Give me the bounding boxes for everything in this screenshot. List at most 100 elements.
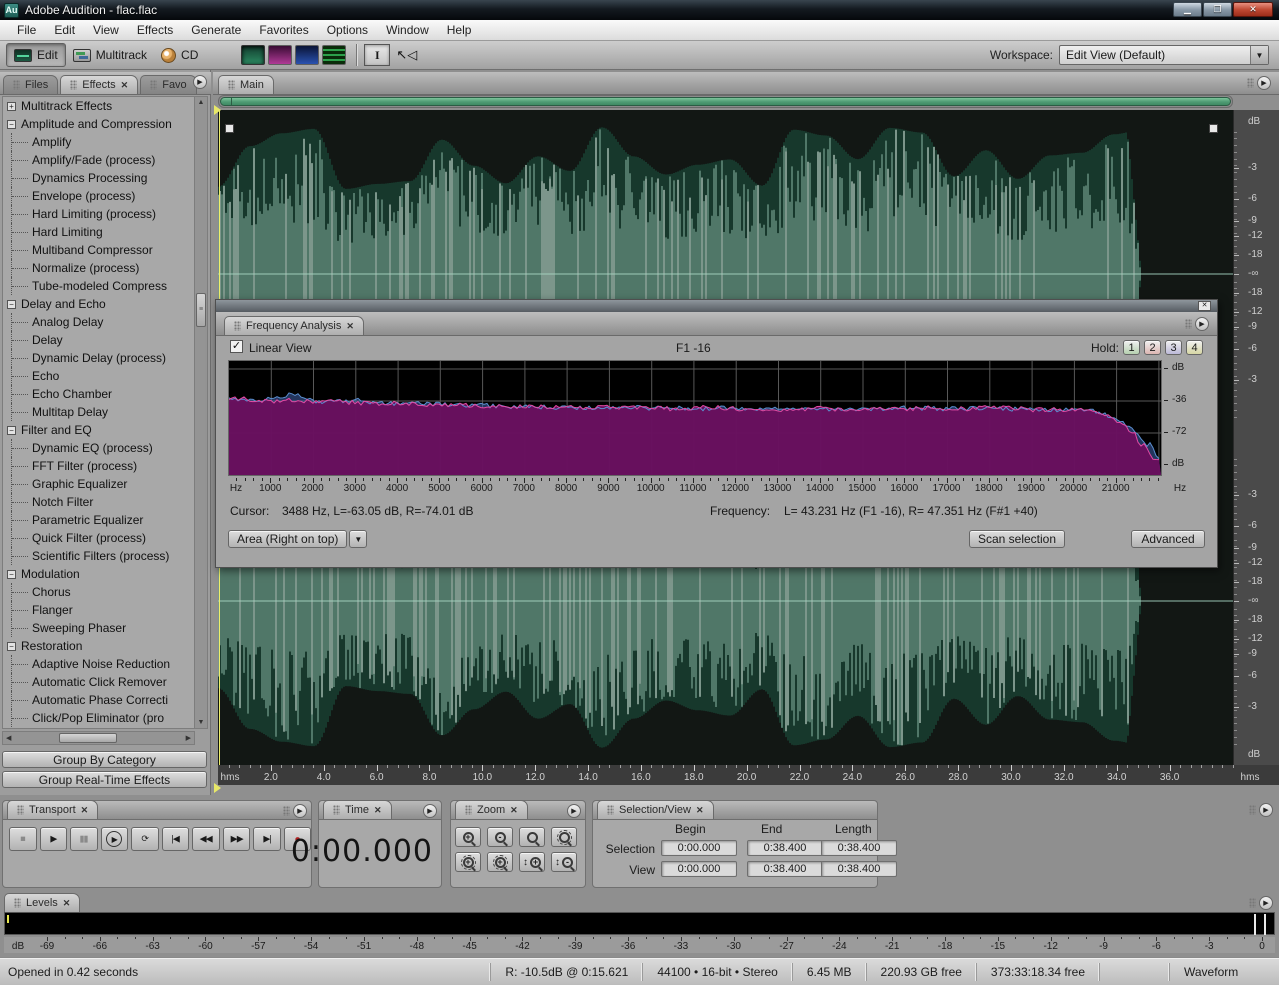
tab-main[interactable]: Main bbox=[218, 75, 274, 94]
tree-item-hard-limiting[interactable]: Hard Limiting bbox=[3, 223, 194, 241]
tree-item-adaptive-noise-reduction[interactable]: Adaptive Noise Reduction bbox=[3, 655, 194, 673]
tree-expander-icon[interactable]: − bbox=[7, 426, 16, 435]
tree-item-automatic-phase-correcti[interactable]: Automatic Phase Correcti bbox=[3, 691, 194, 709]
tree-item-quick-filter-process-[interactable]: Quick Filter (process) bbox=[3, 529, 194, 547]
scrollbar-thumb[interactable] bbox=[220, 97, 1231, 106]
advanced-button[interactable]: Advanced bbox=[1131, 530, 1205, 548]
spectral-frequency-display-button[interactable] bbox=[268, 45, 292, 65]
zoom-in-horizontal-button[interactable]: + bbox=[455, 827, 481, 847]
hold-button-4[interactable]: 4 bbox=[1186, 340, 1203, 355]
tab-close-icon[interactable]: ✕ bbox=[63, 898, 71, 909]
zoom-out-full-button[interactable] bbox=[519, 827, 545, 847]
main-panel-flyout-button[interactable]: ▶ bbox=[1257, 76, 1271, 90]
tab-favo[interactable]: Favo bbox=[140, 75, 196, 94]
tab-close-icon[interactable]: ✕ bbox=[121, 80, 129, 91]
tree-item-automatic-click-remover[interactable]: Automatic Click Remover bbox=[3, 673, 194, 691]
tree-item-normalize-process-[interactable]: Normalize (process) bbox=[3, 259, 194, 277]
zoom-in-left-edge-button[interactable]: + bbox=[455, 852, 481, 872]
tree-item-multiband-compressor[interactable]: Multiband Compressor bbox=[3, 241, 194, 259]
fast-forward-button[interactable]: ▶▶ bbox=[223, 827, 251, 851]
tab-files[interactable]: Files bbox=[3, 75, 58, 94]
spectral-pan-display-button[interactable] bbox=[295, 45, 319, 65]
group-real-time-effects-button[interactable]: Group Real-Time Effects bbox=[2, 771, 207, 788]
tree-item-echo[interactable]: Echo bbox=[3, 367, 194, 385]
tab-time[interactable]: Time ✕ bbox=[323, 800, 392, 819]
menu-item-options[interactable]: Options bbox=[318, 21, 377, 39]
tree-item-fft-filter-process-[interactable]: FFT Filter (process) bbox=[3, 457, 194, 475]
levels-flyout-button[interactable]: ▶ bbox=[1259, 896, 1273, 910]
timeline-ruler[interactable]: 2.04.06.08.010.012.014.016.018.020.022.0… bbox=[218, 765, 1279, 785]
vertical-scroll-thumb[interactable]: ≡ bbox=[196, 293, 206, 327]
tree-item-dynamic-delay-process-[interactable]: Dynamic Delay (process) bbox=[3, 349, 194, 367]
play-button[interactable]: ▶ bbox=[40, 827, 68, 851]
tree-item-parametric-equalizer[interactable]: Parametric Equalizer bbox=[3, 511, 194, 529]
spectrum-plot[interactable] bbox=[228, 360, 1162, 476]
frequency-analysis-window[interactable]: ✕ Frequency Analysis ✕ ▶ ✓ Linear View F… bbox=[215, 299, 1218, 568]
menu-item-view[interactable]: View bbox=[84, 21, 128, 39]
zoom-out-vertical-button[interactable]: ↕- bbox=[551, 852, 577, 872]
view-end-field[interactable]: 0:38.400 bbox=[747, 861, 823, 877]
tree-item-chorus[interactable]: Chorus bbox=[3, 583, 194, 601]
minimize-button[interactable]: ▁ bbox=[1173, 2, 1202, 17]
tree-item-multitrack-effects[interactable]: +Multitrack Effects bbox=[3, 97, 194, 115]
tab-levels[interactable]: Levels ✕ bbox=[4, 893, 80, 912]
menu-item-help[interactable]: Help bbox=[438, 21, 481, 39]
area-mode-label[interactable]: Area (Right on top) bbox=[228, 530, 347, 548]
tree-item-graphic-equalizer[interactable]: Graphic Equalizer bbox=[3, 475, 194, 493]
scroll-up-arrow[interactable]: ▲ bbox=[196, 99, 206, 106]
spectral-phase-display-button[interactable] bbox=[322, 45, 346, 65]
tree-expander-icon[interactable]: − bbox=[7, 642, 16, 651]
tree-item-click-pop-eliminator-pro[interactable]: Click/Pop Eliminator (pro bbox=[3, 709, 194, 727]
close-button[interactable]: ✕ bbox=[1233, 2, 1273, 17]
scroll-right-arrow[interactable]: ▶ bbox=[186, 734, 191, 742]
tab-close-icon[interactable]: ✕ bbox=[510, 805, 518, 816]
workspace-dropdown-arrow[interactable]: ▼ bbox=[1250, 46, 1268, 64]
dock-flyout-button[interactable]: ▶ bbox=[1259, 803, 1273, 817]
tab-zoom[interactable]: Zoom ✕ bbox=[455, 800, 528, 819]
tree-item-amplify[interactable]: Amplify bbox=[3, 133, 194, 151]
selection-begin-field[interactable]: 0:00.000 bbox=[661, 840, 737, 856]
view-begin-field[interactable]: 0:00.000 bbox=[661, 861, 737, 877]
amplitude-ruler[interactable]: -3-6-9-12-18-∞-18-12-9-6-3dB-3-6-9-12-18… bbox=[1233, 110, 1279, 765]
cd-view-button[interactable]: CD bbox=[154, 43, 205, 67]
scan-selection-button[interactable]: Scan selection bbox=[969, 530, 1065, 548]
cti-marker-bottom[interactable] bbox=[214, 783, 221, 793]
tree-item-tube-modeled-compress[interactable]: Tube-modeled Compress bbox=[3, 277, 194, 295]
tree-item-multitap-delay[interactable]: Multitap Delay bbox=[3, 403, 194, 421]
tree-expander-icon[interactable]: + bbox=[7, 102, 16, 111]
tab-close-icon[interactable]: ✕ bbox=[81, 805, 89, 816]
left-panel-flyout-button[interactable]: ▶ bbox=[193, 75, 207, 89]
frequency-analysis-titlebar[interactable]: ✕ bbox=[216, 300, 1217, 312]
zoom-out-horizontal-button[interactable]: - bbox=[487, 827, 513, 847]
edit-view-button[interactable]: Edit bbox=[6, 43, 66, 67]
scroll-down-arrow[interactable]: ▼ bbox=[196, 719, 206, 726]
play-spooled-button[interactable]: ▶ bbox=[101, 827, 129, 851]
area-mode-arrow[interactable]: ▼ bbox=[349, 530, 367, 548]
tree-expander-icon[interactable]: − bbox=[7, 120, 16, 129]
go-to-end-button[interactable]: ▶| bbox=[253, 827, 281, 851]
tree-expander-icon[interactable]: − bbox=[7, 570, 16, 579]
zoom-in-vertical-button[interactable]: ↕+ bbox=[519, 852, 545, 872]
hold-button-3[interactable]: 3 bbox=[1165, 340, 1182, 355]
rewind-button[interactable]: ◀◀ bbox=[192, 827, 220, 851]
tab-selection-view[interactable]: Selection/View ✕ bbox=[597, 800, 714, 819]
tree-item-restoration[interactable]: −Restoration bbox=[3, 637, 194, 655]
tree-item-modulation[interactable]: −Modulation bbox=[3, 565, 194, 583]
tree-item-dynamic-eq-process-[interactable]: Dynamic EQ (process) bbox=[3, 439, 194, 457]
hold-button-1[interactable]: 1 bbox=[1123, 340, 1140, 355]
tree-item-analog-delay[interactable]: Analog Delay bbox=[3, 313, 194, 331]
tree-item-echo-chamber[interactable]: Echo Chamber bbox=[3, 385, 194, 403]
boundary-handle-top-right[interactable] bbox=[1209, 124, 1218, 133]
zoom-flyout-button[interactable]: ▶ bbox=[567, 804, 581, 818]
menu-item-window[interactable]: Window bbox=[377, 21, 438, 39]
waveform-horizontal-scrollbar[interactable] bbox=[218, 95, 1233, 108]
horizontal-scroll-thumb[interactable] bbox=[59, 733, 117, 743]
menu-item-file[interactable]: File bbox=[8, 21, 45, 39]
tree-item-notch-filter[interactable]: Notch Filter bbox=[3, 493, 194, 511]
tab-effects[interactable]: Effects✕ bbox=[60, 75, 138, 94]
tree-item-delay-and-echo[interactable]: −Delay and Echo bbox=[3, 295, 194, 313]
menu-item-favorites[interactable]: Favorites bbox=[250, 21, 317, 39]
title-bar[interactable]: Au Adobe Audition - flac.flac ▁ ❐ ✕ bbox=[0, 0, 1279, 20]
hold-button-2[interactable]: 2 bbox=[1144, 340, 1161, 355]
view-length-field[interactable]: 0:38.400 bbox=[821, 861, 897, 877]
